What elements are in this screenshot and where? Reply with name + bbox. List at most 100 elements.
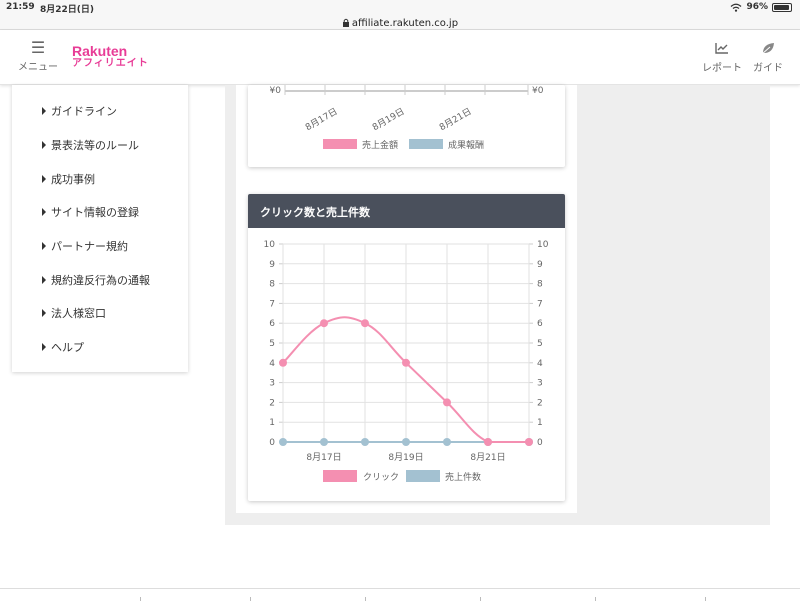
- caret-right-icon: [42, 175, 46, 183]
- legend-swatch-sales-count: [406, 470, 440, 482]
- y-tick-label-left: 7: [269, 299, 275, 309]
- data-point-sales-count: [279, 438, 287, 446]
- status-right: 96%: [730, 2, 792, 12]
- caret-right-icon: [42, 242, 46, 250]
- guide-label: ガイド: [753, 63, 783, 74]
- legend-label-click: クリック: [363, 472, 399, 483]
- legend-label-sales-count: 売上件数: [445, 471, 481, 483]
- legend-label-reward: 成果報酬: [448, 139, 484, 151]
- legend-swatch-reward: [409, 139, 443, 149]
- data-point-click: [443, 398, 451, 407]
- y-tick-label-left: 3: [269, 379, 275, 389]
- data-point-click: [402, 358, 410, 367]
- bottom-dock: [0, 588, 800, 601]
- data-point-sales-count: [402, 438, 410, 446]
- y-tick-label-left: 9: [269, 260, 275, 270]
- y-tick-label-right: 9: [537, 260, 543, 270]
- y-tick-label-right: 10: [537, 240, 549, 250]
- y-tick-label-left: 1: [269, 418, 275, 428]
- sidebar-menu: ガイドライン 景表法等のルール 成功事例 サイト情報の登録 パートナー規約 規約…: [12, 85, 188, 372]
- battery-percent: 96%: [746, 2, 768, 12]
- click-sales-chart: 0 1 2 3 4 5 6 7 8 9 10 0 1 2 3 4 5 6 7 8 9 10 8月17日 8月19日 8月21…: [264, 240, 549, 483]
- battery-fill: [774, 4, 790, 10]
- y-tick-label-left: 5: [269, 339, 275, 349]
- report-label: レポート: [702, 63, 742, 74]
- caret-right-icon: [42, 141, 46, 149]
- url-text: affiliate.rakuten.co.jp: [351, 18, 459, 29]
- sidebar-item-label: サイト情報の登録: [51, 206, 139, 219]
- wifi-icon: [731, 3, 742, 12]
- report-button[interactable]: レポート: [700, 42, 744, 74]
- battery-icon: [772, 2, 792, 12]
- caret-right-icon: [42, 208, 46, 216]
- sidebar-item-label: 法人様窓口: [51, 307, 106, 320]
- sidebar-item-success-cases[interactable]: 成功事例: [42, 171, 95, 187]
- data-point-click: [484, 438, 492, 446]
- y-tick-label-left: 8: [269, 280, 275, 290]
- data-point-sales-count: [320, 438, 328, 446]
- legend-swatch-sales: [323, 139, 357, 149]
- click-sales-chart-card: クリック数と売上件数 0 1 2 3 4 5 6 7 8 9 10 0 1 2 3 4 5 6 7 8 9 10 8月1…: [248, 194, 565, 501]
- logo-line2: アフィリエイト: [72, 58, 149, 69]
- legend-label-sales: 売上金額: [362, 139, 398, 151]
- site-header: ☰ メニュー Rakuten アフィリエイト レポート ガイド: [0, 30, 800, 85]
- sidebar-item-labeling-law[interactable]: 景表法等のルール: [42, 137, 139, 153]
- sidebar-item-label: ガイドライン: [51, 105, 117, 118]
- rakuten-affiliate-logo[interactable]: Rakuten アフィリエイト: [72, 44, 149, 70]
- y-tick-label-left: 10: [264, 240, 276, 250]
- caret-right-icon: [42, 107, 46, 115]
- url-bar[interactable]: affiliate.rakuten.co.jp: [0, 14, 800, 30]
- data-point-sales-count: [443, 438, 451, 446]
- caret-right-icon: [42, 343, 46, 351]
- data-point-sales-count: [361, 438, 369, 446]
- y-tick-label-left: 2: [269, 398, 275, 408]
- data-point-click: [279, 358, 287, 367]
- x-tick-label: 8月19日: [388, 452, 423, 463]
- sidebar-item-label: 規約違反行為の通報: [51, 274, 150, 287]
- y-tick-label-left: 6: [269, 319, 275, 329]
- caret-right-icon: [42, 276, 46, 284]
- chart-line-icon: [715, 43, 728, 54]
- y-tick-label-right: 6: [537, 319, 543, 329]
- sidebar-item-partner-terms[interactable]: パートナー規約: [42, 238, 128, 254]
- sidebar-item-label: 景表法等のルール: [51, 139, 139, 152]
- y-tick-label-left: 4: [269, 359, 275, 369]
- sales-chart-card: ¥0 ¥0 8月17日 8月19日 8月21日 売上金額 成果報酬: [248, 85, 565, 167]
- status-bar: 21:59 8月22日(日) 96%: [0, 0, 800, 15]
- x-tick-label: 8月17日: [304, 106, 340, 133]
- caret-right-icon: [42, 309, 46, 317]
- y-tick-label-right: 4: [537, 359, 543, 369]
- left-axis-label: ¥0: [270, 86, 282, 96]
- y-tick-label-right: 5: [537, 339, 543, 349]
- sidebar-item-guideline[interactable]: ガイドライン: [42, 103, 117, 119]
- sidebar-item-label: ヘルプ: [51, 341, 84, 354]
- hamburger-icon: ☰: [30, 38, 46, 57]
- y-tick-label-right: 1: [537, 418, 543, 428]
- menu-button[interactable]: ☰ メニュー: [16, 38, 60, 74]
- x-tick-label: 8月19日: [371, 106, 407, 133]
- y-tick-label-left: 0: [269, 438, 275, 448]
- data-point-click: [525, 438, 533, 446]
- y-tick-label-right: 3: [537, 379, 543, 389]
- leaf-icon: [761, 43, 774, 55]
- y-tick-label-right: 2: [537, 398, 543, 408]
- right-axis-label: ¥0: [532, 86, 544, 96]
- sales-chart: ¥0 ¥0 8月17日 8月19日 8月21日 売上金額 成果報酬: [270, 85, 544, 151]
- sidebar-item-label: パートナー規約: [51, 240, 128, 253]
- data-point-click: [361, 319, 369, 328]
- status-time: 21:59: [6, 2, 35, 12]
- sidebar-item-corporate-contact[interactable]: 法人様窓口: [42, 305, 106, 321]
- sidebar-item-violation-report[interactable]: 規約違反行為の通報: [42, 272, 150, 288]
- sidebar-item-site-registration[interactable]: サイト情報の登録: [42, 204, 139, 220]
- guide-button[interactable]: ガイド: [750, 42, 786, 74]
- y-tick-label-right: 0: [537, 438, 543, 448]
- legend-swatch-click: [323, 470, 357, 482]
- sidebar-item-help[interactable]: ヘルプ: [42, 339, 84, 355]
- y-tick-label-right: 8: [537, 280, 543, 290]
- logo-line1: Rakuten: [72, 43, 128, 59]
- x-tick-label: 8月21日: [470, 452, 505, 463]
- y-tick-label-right: 7: [537, 299, 543, 309]
- sidebar-item-label: 成功事例: [51, 173, 95, 186]
- lock-icon: [342, 18, 349, 27]
- x-tick-label: 8月21日: [438, 106, 474, 133]
